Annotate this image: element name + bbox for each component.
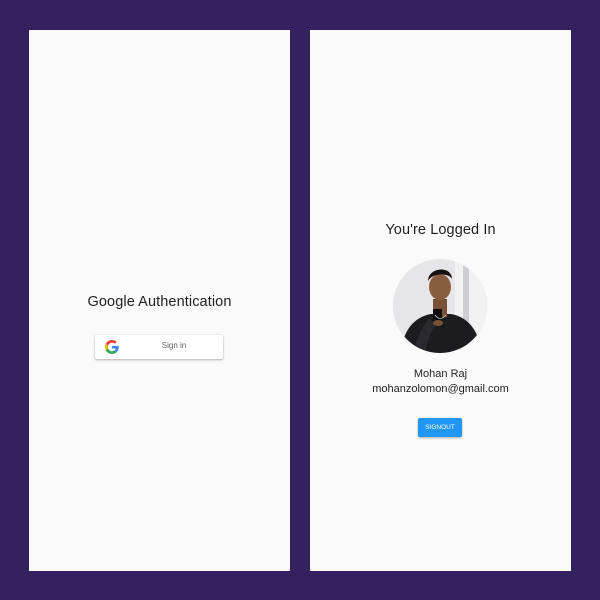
logged-in-screen: You're Logged In Mohan Raj mohanzolomon@…: [310, 30, 571, 571]
user-email: mohanzolomon@gmail.com: [372, 383, 509, 395]
signout-button[interactable]: SIGNOUT: [418, 418, 462, 437]
app-preview-frame: Google Authentication Sign in You're Log…: [0, 0, 600, 600]
login-screen: Google Authentication Sign in: [29, 30, 290, 571]
google-sign-in-button[interactable]: Sign in: [95, 335, 223, 359]
google-g-icon: [105, 340, 119, 354]
page-title: You're Logged In: [385, 222, 496, 238]
avatar: [393, 259, 487, 353]
user-name: Mohan Raj: [413, 368, 468, 380]
page-title: Google Authentication: [87, 294, 232, 310]
sign-in-label: Sign in: [161, 341, 187, 350]
